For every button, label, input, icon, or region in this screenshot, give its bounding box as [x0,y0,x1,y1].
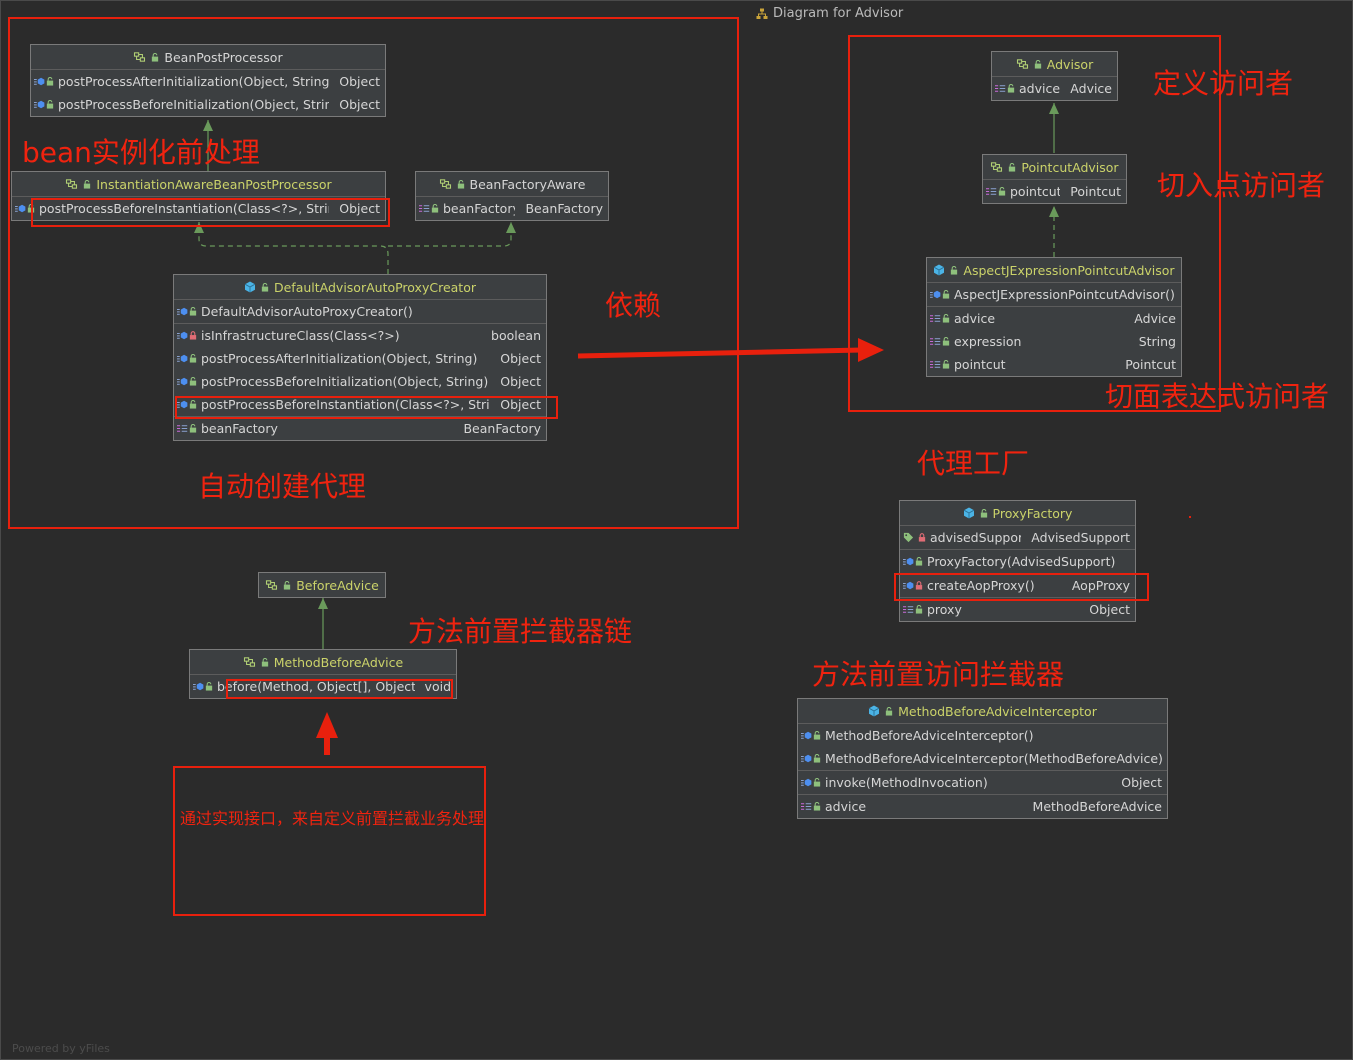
stray-dot [1189,516,1191,518]
method-icon [801,778,812,787]
annotation-auto-proxy: 自动创建代理 [198,470,367,503]
annotation-method-before-chain: 方法前置拦截器链 [408,615,633,648]
class-icon [868,705,880,717]
footer-text: Powered by yFiles [12,1042,110,1055]
lock-open-icon [915,557,923,566]
annotation-aspect-visitor: 切面表达式访问者 [1105,380,1330,413]
field-row[interactable]: advisedSupport AdvisedSupport [900,526,1135,549]
method-icon [193,682,204,691]
annotation-pointcut-visitor: 切入点访问者 [1157,169,1326,202]
node-name: MethodBeforeAdviceInterceptor [898,703,1097,719]
field-row[interactable]: proxy Object [900,598,1135,621]
node-header: MethodBeforeAdviceInterceptor [798,699,1167,724]
field-row[interactable]: advice MethodBeforeAdvice [798,795,1167,818]
annotation-dependency: 依赖 [605,289,662,322]
lock-open-icon [915,605,923,614]
node-name: BeforeAdvice [296,577,379,593]
constructor-label: ProxyFactory(AdvisedSupport) [927,554,1116,569]
field-type: Object [1089,602,1130,617]
lock-open-icon [813,802,821,811]
lock-open-icon [205,682,213,691]
method-icon [801,754,812,763]
tag-icon [903,532,914,543]
node-method-before-advice-interceptor[interactable]: MethodBeforeAdviceInterceptor MethodBefo… [797,698,1168,819]
highlight-default-method [175,396,558,419]
highlight-before-method [226,679,453,699]
lock-open-icon [283,581,291,590]
field-label: advice [825,799,867,814]
node-before-advice[interactable]: BeforeAdvice [258,572,386,598]
lock-closed-icon [918,533,926,542]
constructor-row[interactable]: ProxyFactory(AdvisedSupport) [900,550,1135,573]
interface-icon [265,580,278,590]
field-label: proxy [927,602,962,617]
node-name: ProxyFactory [992,505,1073,521]
node-header: BeforeAdvice [259,573,385,597]
field-icon [801,802,812,811]
lock-open-icon [813,731,821,740]
method-label: invoke(MethodInvocation) [825,775,988,790]
node-header: ProxyFactory [900,501,1135,526]
interface-icon [243,657,256,667]
class-icon [963,507,975,519]
annotation-define-visitor: 定义访问者 [1153,67,1294,100]
annotation-proxy-factory: 代理工厂 [917,447,1030,480]
lock-open-icon [813,754,821,763]
highlight-instaware-method [31,198,390,227]
constructor-label: MethodBeforeAdviceInterceptor() [825,728,1034,743]
annotation-bean-preinst: bean实例化前处理 [22,136,260,169]
method-icon [801,731,812,740]
annotation-box-custom-note [173,766,486,916]
lock-open-icon [980,509,988,518]
node-header: MethodBeforeAdvice [190,650,456,675]
highlight-create-aop-proxy [894,573,1149,601]
method-icon [903,557,914,566]
method-type: Object [1121,775,1162,790]
field-icon [903,605,914,614]
field-label: advisedSupport [930,530,1022,545]
method-row[interactable]: invoke(MethodInvocation) Object [798,771,1167,794]
annotation-custom-note: 通过实现接口，来自定义前置拦截业务处理 [180,809,485,828]
constructor-label: MethodBeforeAdviceInterceptor(MethodBefo… [825,751,1162,766]
field-type: AdvisedSupport [1031,530,1130,545]
annotation-box-auto-proxy-group [8,17,739,529]
annotation-method-before-interceptor: 方法前置访问拦截器 [812,658,1065,691]
lock-open-icon [813,778,821,787]
field-type: MethodBeforeAdvice [1032,799,1162,814]
constructor-row[interactable]: MethodBeforeAdviceInterceptor(MethodBefo… [798,747,1167,770]
lock-open-icon [261,658,269,667]
node-name: MethodBeforeAdvice [273,654,404,670]
constructor-row[interactable]: MethodBeforeAdviceInterceptor() [798,724,1167,747]
node-proxy-factory[interactable]: ProxyFactory advisedSupport AdvisedSuppo… [899,500,1136,622]
lock-open-icon [885,707,893,716]
